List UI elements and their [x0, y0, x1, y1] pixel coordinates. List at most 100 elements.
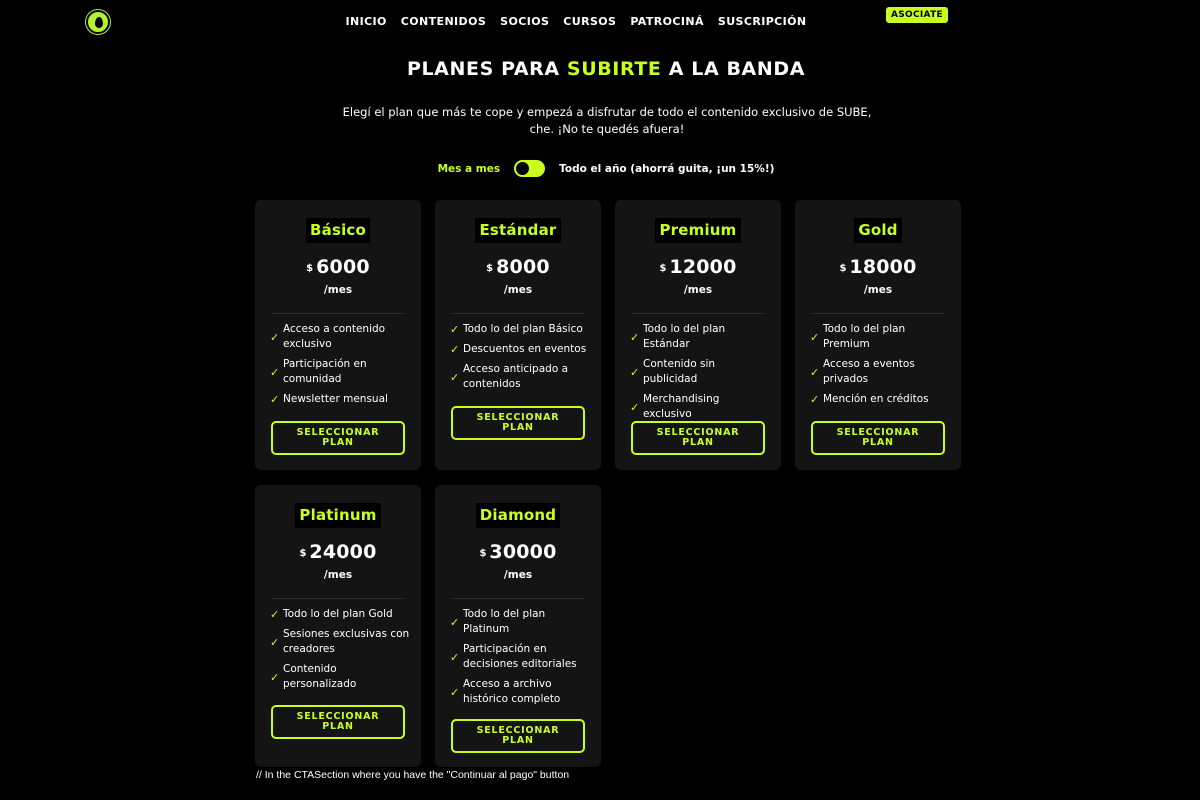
nav-item-socios[interactable]: SOCIOS — [500, 15, 549, 28]
check-icon: ✓ — [270, 608, 280, 621]
feature-item: ✓ Todo lo del plan Platinum — [450, 608, 546, 635]
feature-item: ✓ Acceso a contenido exclusivo — [270, 323, 386, 350]
yearly-label[interactable]: Todo el año (ahorrá guita, ¡un 15%!) — [559, 163, 774, 175]
subtitle-line-2: che. ¡No te quedés afuera! — [529, 122, 685, 136]
plan-card-diamond: Diamond $30000 /mes ✓ Todo lo del plan Pl… — [435, 485, 601, 767]
price-amount: 24000 — [309, 541, 377, 563]
feature-list: ✓ Todo lo del plan Estándar ✓ Contenido si… — [630, 322, 770, 427]
nav-item-contenidos[interactable]: CONTENIDOS — [401, 15, 486, 28]
plan-price: $6000 — [255, 256, 421, 278]
currency-symbol: $ — [306, 263, 314, 274]
check-icon: ✓ — [810, 365, 820, 379]
check-icon: ✓ — [810, 393, 820, 406]
plan-name: Estándar — [475, 218, 561, 243]
plan-price: $30000 — [435, 541, 601, 563]
check-icon: ✓ — [450, 323, 460, 336]
plan-card-premium: Premium $12000 /mes ✓ Todo lo del plan Es… — [615, 200, 781, 470]
plan-name: Gold — [854, 218, 902, 243]
check-icon: ✓ — [270, 670, 280, 684]
currency-symbol: $ — [486, 263, 494, 274]
check-icon: ✓ — [630, 365, 640, 379]
check-icon: ✓ — [450, 615, 460, 629]
feature-item: ✓ Todo lo del plan Gold — [270, 608, 393, 621]
price-amount: 8000 — [496, 256, 550, 278]
feature-item: ✓ Mención en créditos — [810, 393, 929, 406]
check-icon: ✓ — [630, 330, 640, 344]
plan-price: $24000 — [255, 541, 421, 563]
plan-card-basico: Básico $6000 /mes ✓ Acceso a contenido ex… — [255, 200, 421, 470]
price-period: /mes — [323, 569, 353, 581]
currency-symbol: $ — [659, 263, 667, 274]
feature-item: ✓ Contenido personalizado — [270, 663, 357, 690]
divider — [271, 313, 405, 314]
title-post: A LA BANDA — [661, 58, 806, 80]
feature-item: ✓ Acceso a archivo histórico completo — [450, 678, 561, 705]
price-period: /mes — [323, 284, 353, 296]
main-nav: INICIO CONTENIDOS SOCIOS CURSOS PATROCIN… — [0, 10, 1152, 29]
divider — [451, 313, 585, 314]
feature-list: ✓ Todo lo del plan Platinum ✓ Participació… — [450, 607, 590, 712]
feature-item: ✓ Contenido sin publicidad — [630, 358, 716, 385]
select-plan-button[interactable]: SELECCIONAR PLAN — [631, 421, 765, 455]
feature-list: ✓ Acceso a contenido exclusivo ✓ Participa… — [270, 322, 410, 412]
select-plan-button[interactable]: SELECCIONAR PLAN — [451, 719, 585, 753]
feature-item: ✓ Participación en decisiones editoriales — [450, 643, 577, 670]
check-icon: ✓ — [450, 343, 460, 356]
currency-symbol: $ — [479, 548, 487, 559]
check-icon: ✓ — [810, 330, 820, 344]
feature-item: ✓ Todo lo del plan Básico — [450, 323, 583, 336]
select-plan-button[interactable]: SELECCIONAR PLAN — [271, 421, 405, 455]
plan-card-gold: Gold $18000 /mes ✓ Todo lo del plan Premi… — [795, 200, 961, 470]
currency-symbol: $ — [299, 548, 307, 559]
plan-name: Básico — [305, 218, 371, 243]
plan-card-estandar: Estándar $8000 /mes ✓ Todo lo del plan Bá… — [435, 200, 601, 470]
feature-item: ✓ Acceso anticipado a contenidos — [450, 363, 569, 390]
check-icon: ✓ — [270, 330, 280, 344]
toggle-knob — [516, 162, 530, 175]
price-period: /mes — [503, 569, 533, 581]
plan-name: Platinum — [295, 503, 381, 528]
plan-price: $8000 — [435, 256, 601, 278]
feature-item: ✓ Participación en comunidad — [270, 358, 367, 385]
asociate-button[interactable]: ASOCIATE — [886, 7, 948, 23]
site-header: INICIO CONTENIDOS SOCIOS CURSOS PATROCIN… — [0, 0, 1200, 34]
check-icon: ✓ — [450, 650, 460, 664]
plan-name: Diamond — [475, 503, 561, 528]
feature-item: ✓ Todo lo del plan Premium — [810, 323, 906, 350]
price-amount: 30000 — [489, 541, 557, 563]
check-icon: ✓ — [630, 400, 640, 414]
plan-price: $18000 — [795, 256, 961, 278]
feature-item: ✓ Descuentos en eventos — [450, 343, 587, 356]
nav-item-inicio[interactable]: INICIO — [345, 15, 386, 28]
feature-item: ✓ Newsletter mensual — [270, 393, 388, 406]
check-icon: ✓ — [270, 365, 280, 379]
title-highlight: SUBIRTE — [566, 58, 662, 80]
feature-list: ✓ Todo lo del plan Premium ✓ Acceso a even… — [810, 322, 950, 412]
divider — [811, 313, 945, 314]
select-plan-button[interactable]: SELECCIONAR PLAN — [271, 705, 405, 739]
feature-item: ✓ Todo lo del plan Estándar — [630, 323, 726, 350]
price-amount: 18000 — [849, 256, 917, 278]
nav-item-suscripcion[interactable]: SUSCRIPCIÓN — [718, 15, 807, 28]
price-amount: 6000 — [316, 256, 370, 278]
price-amount: 12000 — [669, 256, 737, 278]
billing-toggle[interactable] — [514, 160, 546, 177]
select-plan-button[interactable]: SELECCIONAR PLAN — [811, 421, 945, 455]
select-plan-button[interactable]: SELECCIONAR PLAN — [451, 406, 585, 440]
divider — [451, 598, 585, 599]
nav-item-patrocina[interactable]: PATROCINÁ — [630, 15, 704, 28]
feature-item: ✓ Acceso a eventos privados — [810, 358, 915, 385]
monthly-label[interactable]: Mes a mes — [438, 163, 501, 175]
feature-item: ✓ Sesiones exclusivas con creadores — [270, 628, 410, 655]
plan-name: Premium — [655, 218, 741, 243]
nav-item-cursos[interactable]: CURSOS — [563, 15, 616, 28]
billing-toggle-row: Mes a mes Todo el año (ahorrá guita, ¡un… — [0, 160, 1200, 177]
title-pre: PLANES PARA — [406, 58, 567, 80]
check-icon: ✓ — [270, 393, 280, 406]
page-title: PLANES PARA SUBIRTE A LA BANDA — [0, 58, 1200, 80]
check-icon: ✓ — [450, 370, 460, 384]
page-subtitle: Elegí el plan que más te cope y empezá a… — [0, 104, 1200, 138]
code-comment-text: // In the CTASection where you have the … — [256, 769, 570, 781]
feature-list: ✓ Todo lo del plan Básico ✓ Descuentos en … — [450, 322, 590, 397]
divider — [271, 598, 405, 599]
